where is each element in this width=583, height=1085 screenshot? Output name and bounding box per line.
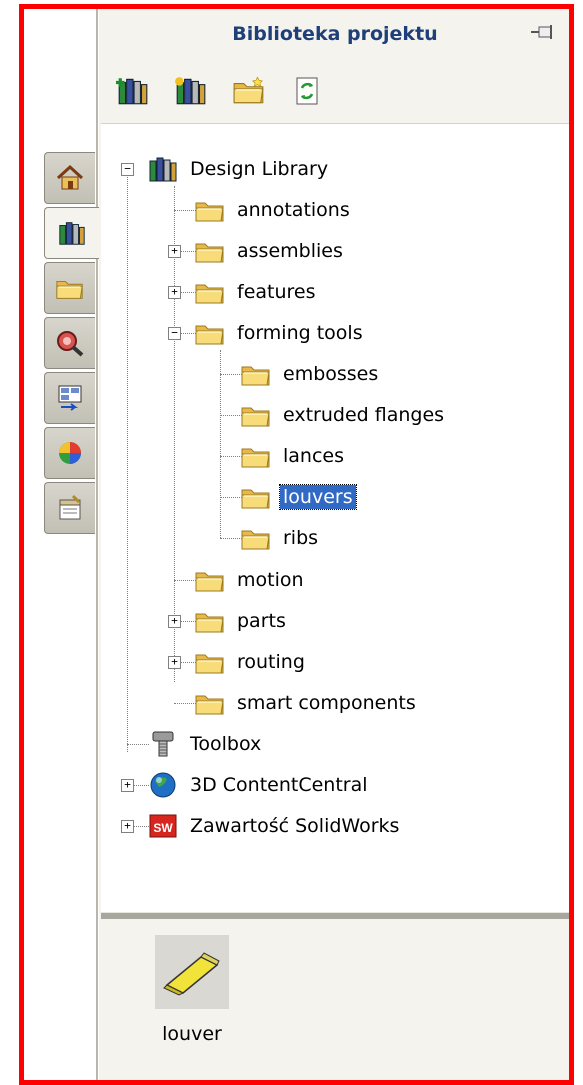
folder-icon <box>194 689 226 717</box>
custom-properties-icon <box>59 494 81 520</box>
add-file-location-icon <box>175 77 208 107</box>
tab-home[interactable] <box>44 152 95 204</box>
add-file-location-button[interactable] <box>173 73 209 109</box>
tab-view-palette[interactable] <box>44 372 95 424</box>
tree-node-embosses[interactable]: embosses <box>240 356 381 392</box>
expand-solidworks-content[interactable]: + <box>121 820 134 833</box>
expand-features[interactable]: + <box>168 286 181 299</box>
folder-icon <box>240 442 272 470</box>
tree-node-louvers-selected[interactable]: louvers <box>240 479 357 515</box>
tree-node-label: Toolbox <box>190 733 262 755</box>
folder-icon <box>194 278 226 306</box>
folder-icon <box>240 483 272 511</box>
tree-node-label: forming tools <box>237 322 363 344</box>
tree-node-label: features <box>237 281 316 303</box>
tree-node-label: smart components <box>237 692 416 714</box>
louver-item-label: louver <box>162 1023 222 1045</box>
task-pane-tab-strip <box>24 9 99 1080</box>
design-library-icon <box>147 155 179 183</box>
tree-node-3d-contentcentral[interactable]: 3D ContentCentral <box>147 767 371 803</box>
tree-node-label: assemblies <box>237 240 343 262</box>
folder-icon <box>240 401 272 429</box>
tree-node-assemblies[interactable]: assemblies <box>194 233 346 269</box>
tree-node-label: embosses <box>283 363 379 385</box>
tree-node-label: 3D ContentCentral <box>190 774 368 796</box>
tree-node-label: louvers <box>279 484 357 510</box>
tree-node-motion[interactable]: motion <box>194 562 307 598</box>
tab-design-library[interactable] <box>44 207 99 259</box>
louver-forming-tool-icon <box>163 952 220 996</box>
toolbox-bolt-icon <box>152 731 174 757</box>
tree-node-label: extruded flanges <box>283 404 445 426</box>
tree-node-label: ribs <box>283 527 319 549</box>
tree-node-annotations[interactable]: annotations <box>194 192 353 228</box>
folder-icon <box>240 524 272 552</box>
tree-node-toolbox[interactable]: Toolbox <box>147 726 264 762</box>
search-icon <box>57 331 84 357</box>
auto-show-pin-icon[interactable] <box>529 23 555 41</box>
design-library-panel-frame: Biblioteka projektu − + + − + + + + Desi… <box>19 4 574 1085</box>
refresh-button[interactable] <box>289 73 325 109</box>
expand-3d-contentcentral[interactable]: + <box>121 779 134 792</box>
folder-icon <box>240 360 272 388</box>
tree-node-forming-tools[interactable]: forming tools <box>194 315 366 351</box>
tree-node-label: routing <box>237 651 305 673</box>
library-toolbar <box>115 71 325 111</box>
tree-node-label: motion <box>237 569 304 591</box>
expand-assemblies[interactable]: + <box>168 245 181 258</box>
tree-node-label: Design Library <box>190 158 329 180</box>
create-new-folder-button[interactable] <box>231 73 267 109</box>
collapse-forming-tools[interactable]: − <box>168 327 181 340</box>
open-folder-icon <box>194 319 226 347</box>
louver-thumbnail[interactable] <box>155 935 229 1009</box>
tree-node-label: Zawartość SolidWorks <box>190 815 400 837</box>
tree-node-extruded-flanges[interactable]: extruded flanges <box>240 397 447 433</box>
view-palette-icon <box>58 385 82 411</box>
tab-appearances[interactable] <box>44 427 95 479</box>
tab-file-explorer[interactable] <box>44 262 95 314</box>
file-explorer-folder-icon <box>55 274 85 302</box>
library-tree: − + + − + + + + Design Library annotatio… <box>101 123 569 914</box>
folder-icon <box>194 607 226 635</box>
tab-search[interactable] <box>44 317 95 369</box>
svg-text:SW: SW <box>153 821 173 835</box>
library-preview-area: louver <box>101 919 569 1080</box>
tree-node-ribs[interactable]: ribs <box>240 520 321 556</box>
tree-node-smart-components[interactable]: smart components <box>194 685 419 721</box>
solidworks-logo-icon: SW <box>149 814 177 838</box>
tree-node-lances[interactable]: lances <box>240 438 347 474</box>
folder-icon <box>194 566 226 594</box>
tab-custom-properties[interactable] <box>44 482 95 534</box>
design-library-icon <box>57 218 87 248</box>
folder-icon <box>194 648 226 676</box>
collapse-design-library[interactable]: − <box>121 163 134 176</box>
tree-node-label: parts <box>237 610 286 632</box>
tree-node-features[interactable]: features <box>194 274 319 310</box>
expand-routing[interactable]: + <box>168 656 181 669</box>
globe-icon <box>150 772 176 798</box>
folder-icon <box>194 237 226 265</box>
home-icon <box>56 164 84 190</box>
refresh-icon <box>296 77 318 105</box>
tree-node-parts[interactable]: parts <box>194 603 289 639</box>
tab-strip-divider <box>96 9 98 1080</box>
add-to-library-button[interactable] <box>115 73 151 109</box>
tree-node-design-library[interactable]: Design Library <box>147 151 331 187</box>
expand-parts[interactable]: + <box>168 615 181 628</box>
tree-node-routing[interactable]: routing <box>194 644 308 680</box>
create-new-folder-icon <box>232 76 266 106</box>
panel-title: Biblioteka projektu <box>232 23 438 45</box>
appearances-icon <box>59 442 81 464</box>
tree-node-label: annotations <box>237 199 350 221</box>
design-library-pane: Biblioteka projektu − + + − + + + + Desi… <box>101 9 569 1080</box>
tree-node-solidworks-content[interactable]: SW Zawartość SolidWorks <box>147 808 402 844</box>
add-to-library-icon <box>116 78 150 107</box>
tree-node-label: lances <box>283 445 344 467</box>
folder-icon <box>194 196 226 224</box>
